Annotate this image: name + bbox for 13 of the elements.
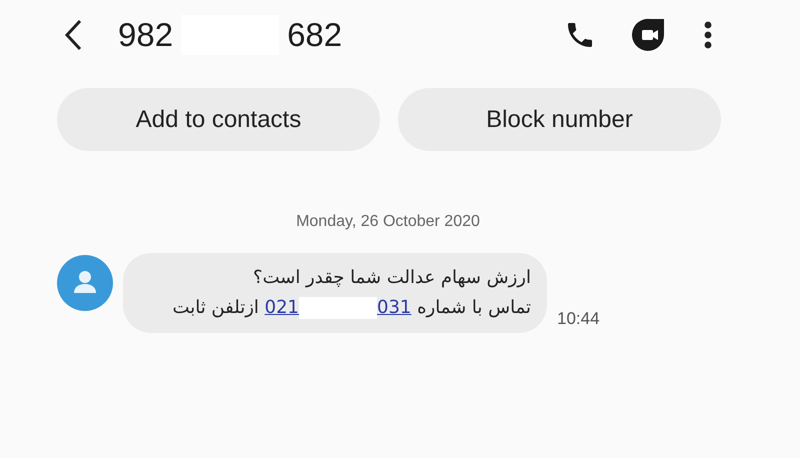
message-text: ازتلفن ثابت — [172, 297, 259, 318]
action-button[interactable]: Add to contacts — [57, 88, 380, 151]
phone-number-start: 982 — [118, 16, 174, 54]
action-button[interactable]: Block number — [398, 88, 721, 151]
more-options-icon[interactable] — [704, 21, 712, 49]
avatar-icon — [57, 255, 113, 311]
message-time: 10:44 — [557, 309, 600, 330]
phone-link[interactable]: 021 031 — [264, 297, 412, 318]
back-icon[interactable] — [62, 18, 84, 52]
phone-number-end: 682 — [287, 16, 342, 54]
date-label: Monday, 26 October 2020 — [295, 213, 481, 231]
message-text: ارزش سهام عدالت شما چقدر است؟ — [252, 266, 531, 290]
message-text: تماس با شماره — [417, 297, 531, 318]
